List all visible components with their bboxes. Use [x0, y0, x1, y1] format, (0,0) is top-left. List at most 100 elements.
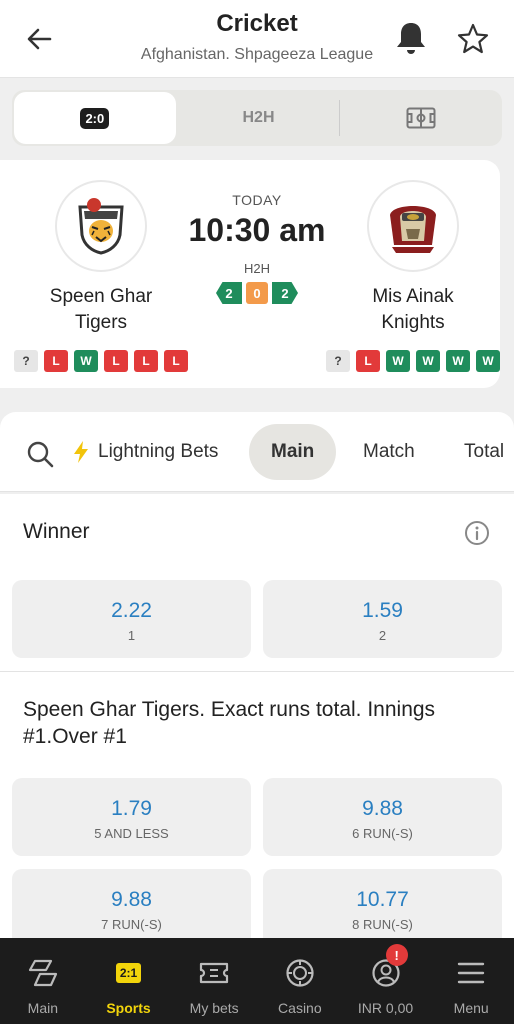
tab-lightning-bets-label: Lightning Bets — [98, 441, 219, 462]
tab-total[interactable]: Total — [464, 424, 504, 480]
h2h-away-wins: 2 — [272, 282, 298, 304]
form-badge: L — [356, 350, 380, 372]
team-home-name-line1: Speen Ghar — [49, 286, 153, 307]
nav-main[interactable]: Main — [0, 938, 86, 1024]
casino-chip-icon — [284, 958, 316, 988]
team-home[interactable]: Speen Ghar Tigers ? L W L L L — [6, 180, 196, 372]
tab-h2h-label: H2H — [242, 109, 275, 126]
odd-value: 10.77 — [356, 888, 409, 911]
tiger-logo-icon — [78, 198, 124, 255]
market-winner-title: Winner — [23, 520, 90, 543]
h2h-home-wins: 2 — [216, 282, 242, 304]
form-badge: W — [476, 350, 500, 372]
bet-category-tabs: Lightning Bets Main Match Total — [0, 412, 514, 492]
star-icon[interactable] — [456, 22, 490, 56]
team-away-logo — [367, 180, 459, 272]
nav-menu[interactable]: Menu — [428, 938, 514, 1024]
odd-label: 1 — [127, 628, 136, 643]
market-exact-runs-title-line2: #1.Over #1 — [23, 725, 127, 748]
odd-label: 6 RUN(-S) — [352, 826, 413, 841]
bell-icon[interactable] — [394, 20, 428, 56]
odd-button[interactable]: 1.59 2 — [263, 580, 502, 658]
knight-logo-icon — [390, 206, 436, 253]
page-title: Cricket — [216, 10, 298, 37]
market-exact-runs-title-line1: Speen Ghar Tigers. Exact runs total. Inn… — [23, 698, 436, 721]
form-badge: W — [386, 350, 410, 372]
team-away-form: ? L W W W W — [318, 350, 508, 372]
odd-button[interactable]: 9.88 7 RUN(-S) — [12, 869, 251, 947]
tab-lightning-bets[interactable]: Lightning Bets — [72, 424, 218, 480]
form-badge: ? — [326, 350, 350, 372]
tab-field[interactable] — [340, 90, 502, 146]
nav-casino-label: Casino — [278, 1000, 322, 1016]
odd-button[interactable]: 9.88 6 RUN(-S) — [263, 778, 502, 856]
nav-account-label: INR 0,00 — [357, 1000, 414, 1016]
ticket-icon — [198, 958, 230, 988]
nav-my-bets-label: My bets — [189, 1000, 239, 1016]
hamburger-menu-icon — [455, 958, 487, 988]
info-icon[interactable] — [464, 520, 490, 546]
match-card: Speen Ghar Tigers ? L W L L L TODAY 10:3… — [0, 160, 500, 388]
odd-value: 1.59 — [362, 599, 403, 622]
app-screen: Cricket Afghanistan. Shpageeza League 2:… — [0, 0, 514, 1024]
team-away-name-line1: Mis Ainak — [372, 286, 454, 307]
h2h-summary: 2 0 2 — [176, 282, 338, 304]
team-away[interactable]: Mis Ainak Knights ? L W W W W — [318, 180, 508, 372]
scoreboard-icon: 2:0 — [80, 107, 110, 129]
nav-casino[interactable]: Casino — [257, 938, 343, 1024]
nav-main-label: Main — [27, 1000, 59, 1016]
form-badge: W — [446, 350, 470, 372]
odd-label: 8 RUN(-S) — [352, 917, 413, 932]
main-icon — [27, 958, 59, 988]
sports-chip: 2:1 — [115, 963, 142, 983]
team-home-logo — [55, 180, 147, 272]
match-day: TODAY — [232, 192, 282, 208]
form-badge: L — [104, 350, 128, 372]
form-badge: L — [134, 350, 158, 372]
bottom-navigation: Main 2:1 Sports My bets Casino ! INR 0,0… — [0, 938, 514, 1024]
header: Cricket Afghanistan. Shpageeza League — [0, 0, 514, 78]
form-badge: W — [74, 350, 98, 372]
nav-sports-label: Sports — [106, 1000, 151, 1016]
odd-label: 2 — [378, 628, 387, 643]
odd-label: 7 RUN(-S) — [101, 917, 162, 932]
odd-button[interactable]: 10.77 8 RUN(-S) — [263, 869, 502, 947]
market-exact-runs-title: Speen Ghar Tigers. Exact runs total. Inn… — [23, 696, 435, 750]
market-divider — [0, 671, 514, 672]
team-away-name: Mis Ainak Knights — [318, 284, 508, 336]
tab-h2h[interactable]: H2H — [178, 90, 340, 146]
odd-value: 9.88 — [362, 797, 403, 820]
match-center: TODAY 10:30 am H2H 2 0 2 — [176, 192, 338, 304]
tab-scoreboard[interactable]: 2:0 — [14, 92, 176, 144]
odd-button[interactable]: 1.79 5 AND LESS — [12, 778, 251, 856]
view-tabs: 2:0 H2H — [12, 90, 502, 146]
tab-match[interactable]: Match — [363, 424, 415, 480]
team-home-name: Speen Ghar Tigers — [6, 284, 196, 336]
nav-my-bets[interactable]: My bets — [171, 938, 257, 1024]
sports-icon: 2:1 — [113, 958, 145, 988]
lightning-icon — [74, 441, 88, 463]
nav-account[interactable]: ! INR 0,00 — [343, 938, 429, 1024]
odd-label: 5 AND LESS — [94, 826, 169, 841]
field-icon — [406, 107, 436, 129]
notification-badge: ! — [385, 944, 408, 966]
league-subtitle: Afghanistan. Shpageeza League — [140, 46, 374, 63]
form-badge: L — [164, 350, 188, 372]
odd-value: 2.22 — [111, 599, 152, 622]
nav-sports[interactable]: 2:1 Sports — [86, 938, 172, 1024]
search-icon[interactable] — [26, 440, 54, 468]
form-badge: L — [44, 350, 68, 372]
form-badge: ? — [14, 350, 38, 372]
team-away-name-line2: Knights — [381, 312, 445, 333]
tab-main[interactable]: Main — [249, 424, 337, 480]
odd-value: 1.79 — [111, 797, 152, 820]
match-time: 10:30 am — [188, 212, 326, 248]
team-home-form: ? L W L L L — [6, 350, 196, 372]
odd-value: 9.88 — [111, 888, 152, 911]
h2h-caption: H2H — [243, 261, 270, 276]
nav-menu-label: Menu — [453, 1000, 489, 1016]
odd-button[interactable]: 2.22 1 — [12, 580, 251, 658]
form-badge: W — [416, 350, 440, 372]
h2h-draws: 0 — [246, 282, 268, 304]
team-home-name-line2: Tigers — [74, 312, 128, 333]
